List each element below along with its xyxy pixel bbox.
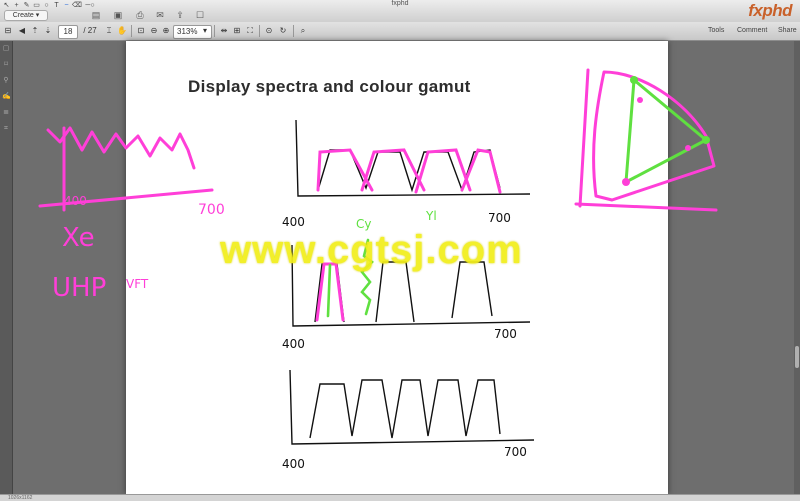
- uhp-annotation: UHP: [52, 273, 106, 303]
- xe-annotation: Xe: [62, 223, 95, 253]
- spectrum-graph-bottom: [289, 369, 535, 445]
- middle-axis-end-label: 700: [494, 327, 517, 341]
- spectrum-graph-top: [295, 119, 531, 197]
- top-axis-end-label: 700: [488, 211, 511, 225]
- middle-axis-start-label: 400: [282, 337, 305, 351]
- bottom-axis-start-label: 400: [282, 457, 305, 471]
- left-axis-end-annotation: 700: [198, 202, 225, 218]
- yl-annotation: Yl: [425, 209, 437, 223]
- status-text: 1026x1162: [8, 495, 33, 501]
- colour-gamut-diagram: [574, 68, 718, 212]
- watermark: www.cgtsj.com: [220, 228, 523, 272]
- left-axis-start-annotation: 400: [64, 194, 87, 208]
- vft-annotation: VFT: [126, 277, 149, 291]
- bottom-axis-end-label: 700: [504, 445, 527, 459]
- top-axis-start-label: 400: [282, 215, 305, 229]
